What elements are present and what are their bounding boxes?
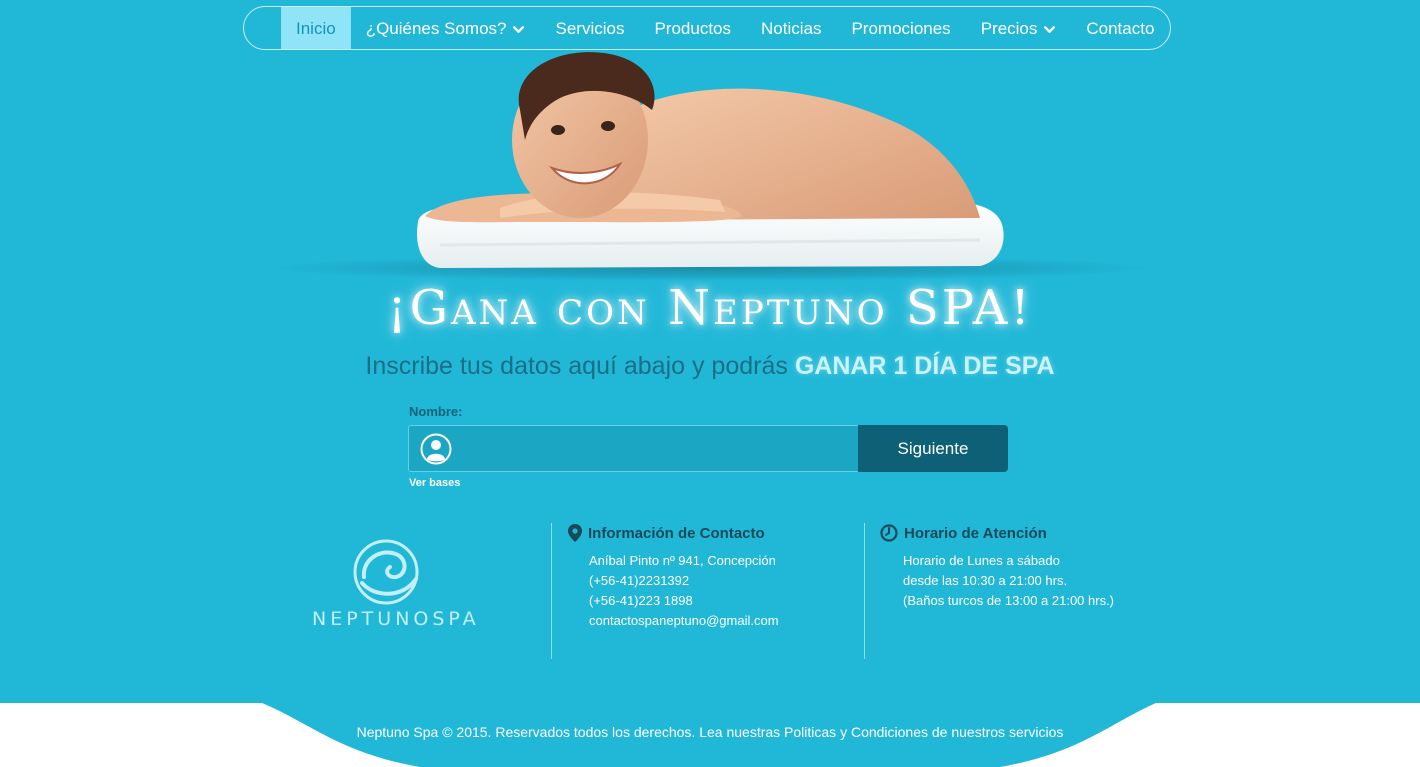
siguiente-button[interactable]: Siguiente bbox=[858, 425, 1008, 472]
divider bbox=[864, 523, 865, 659]
divider bbox=[551, 523, 552, 659]
name-input[interactable] bbox=[461, 426, 855, 473]
user-icon bbox=[420, 433, 452, 465]
hours-title: Horario de Atención bbox=[880, 524, 1047, 542]
hero-headline: ¡Gana con Neptuno SPA! bbox=[387, 280, 1033, 336]
hours-line: (Baños turcos de 13:00 a 21:00 hrs.) bbox=[903, 593, 1115, 608]
contact-email: contactospaneptuno@gmail.com bbox=[589, 613, 779, 628]
contact-title-label: Información de Contacto bbox=[588, 524, 765, 542]
contact-title: Información de Contacto bbox=[568, 524, 765, 542]
subline-highlight: GANAR 1 DÍA DE SPA bbox=[794, 352, 1055, 380]
contact-phone: (+56-41)223 1898 bbox=[589, 593, 693, 608]
hero-image bbox=[416, 52, 1004, 268]
hours-line: desde las 10:30 a 21:00 hrs. bbox=[903, 573, 1068, 588]
hours-line: Horario de Lunes a sábado bbox=[903, 553, 1060, 568]
chevron-down-icon bbox=[1044, 25, 1056, 33]
clock-icon bbox=[880, 524, 898, 542]
name-field-wrapper bbox=[408, 425, 860, 473]
contact-address: Aníbal Pinto nº 941, Concepción bbox=[589, 553, 776, 568]
chevron-down-icon bbox=[513, 25, 525, 33]
hours-title-label: Horario de Atención bbox=[904, 524, 1047, 542]
name-label: Nombre: bbox=[409, 404, 463, 419]
contact-phone: (+56-41)2231392 bbox=[589, 573, 690, 588]
subline-text: Inscribe tus datos aquí abajo y podrás bbox=[365, 352, 795, 380]
contact-details: Aníbal Pinto nº 941, Concepción (+56-41)… bbox=[589, 551, 779, 631]
hero-subline: Inscribe tus datos aquí abajo y podrás G… bbox=[0, 352, 1420, 381]
footer-copyright[interactable]: Neptuno Spa © 2015. Reservados todos los… bbox=[0, 724, 1420, 740]
hours-details: Horario de Lunes a sábado desde las 10:3… bbox=[903, 551, 1114, 611]
logo-text: NEPTUNOSPA bbox=[312, 608, 480, 630]
map-pin-icon bbox=[568, 524, 582, 542]
ver-bases-link[interactable]: Ver bases bbox=[409, 477, 460, 489]
